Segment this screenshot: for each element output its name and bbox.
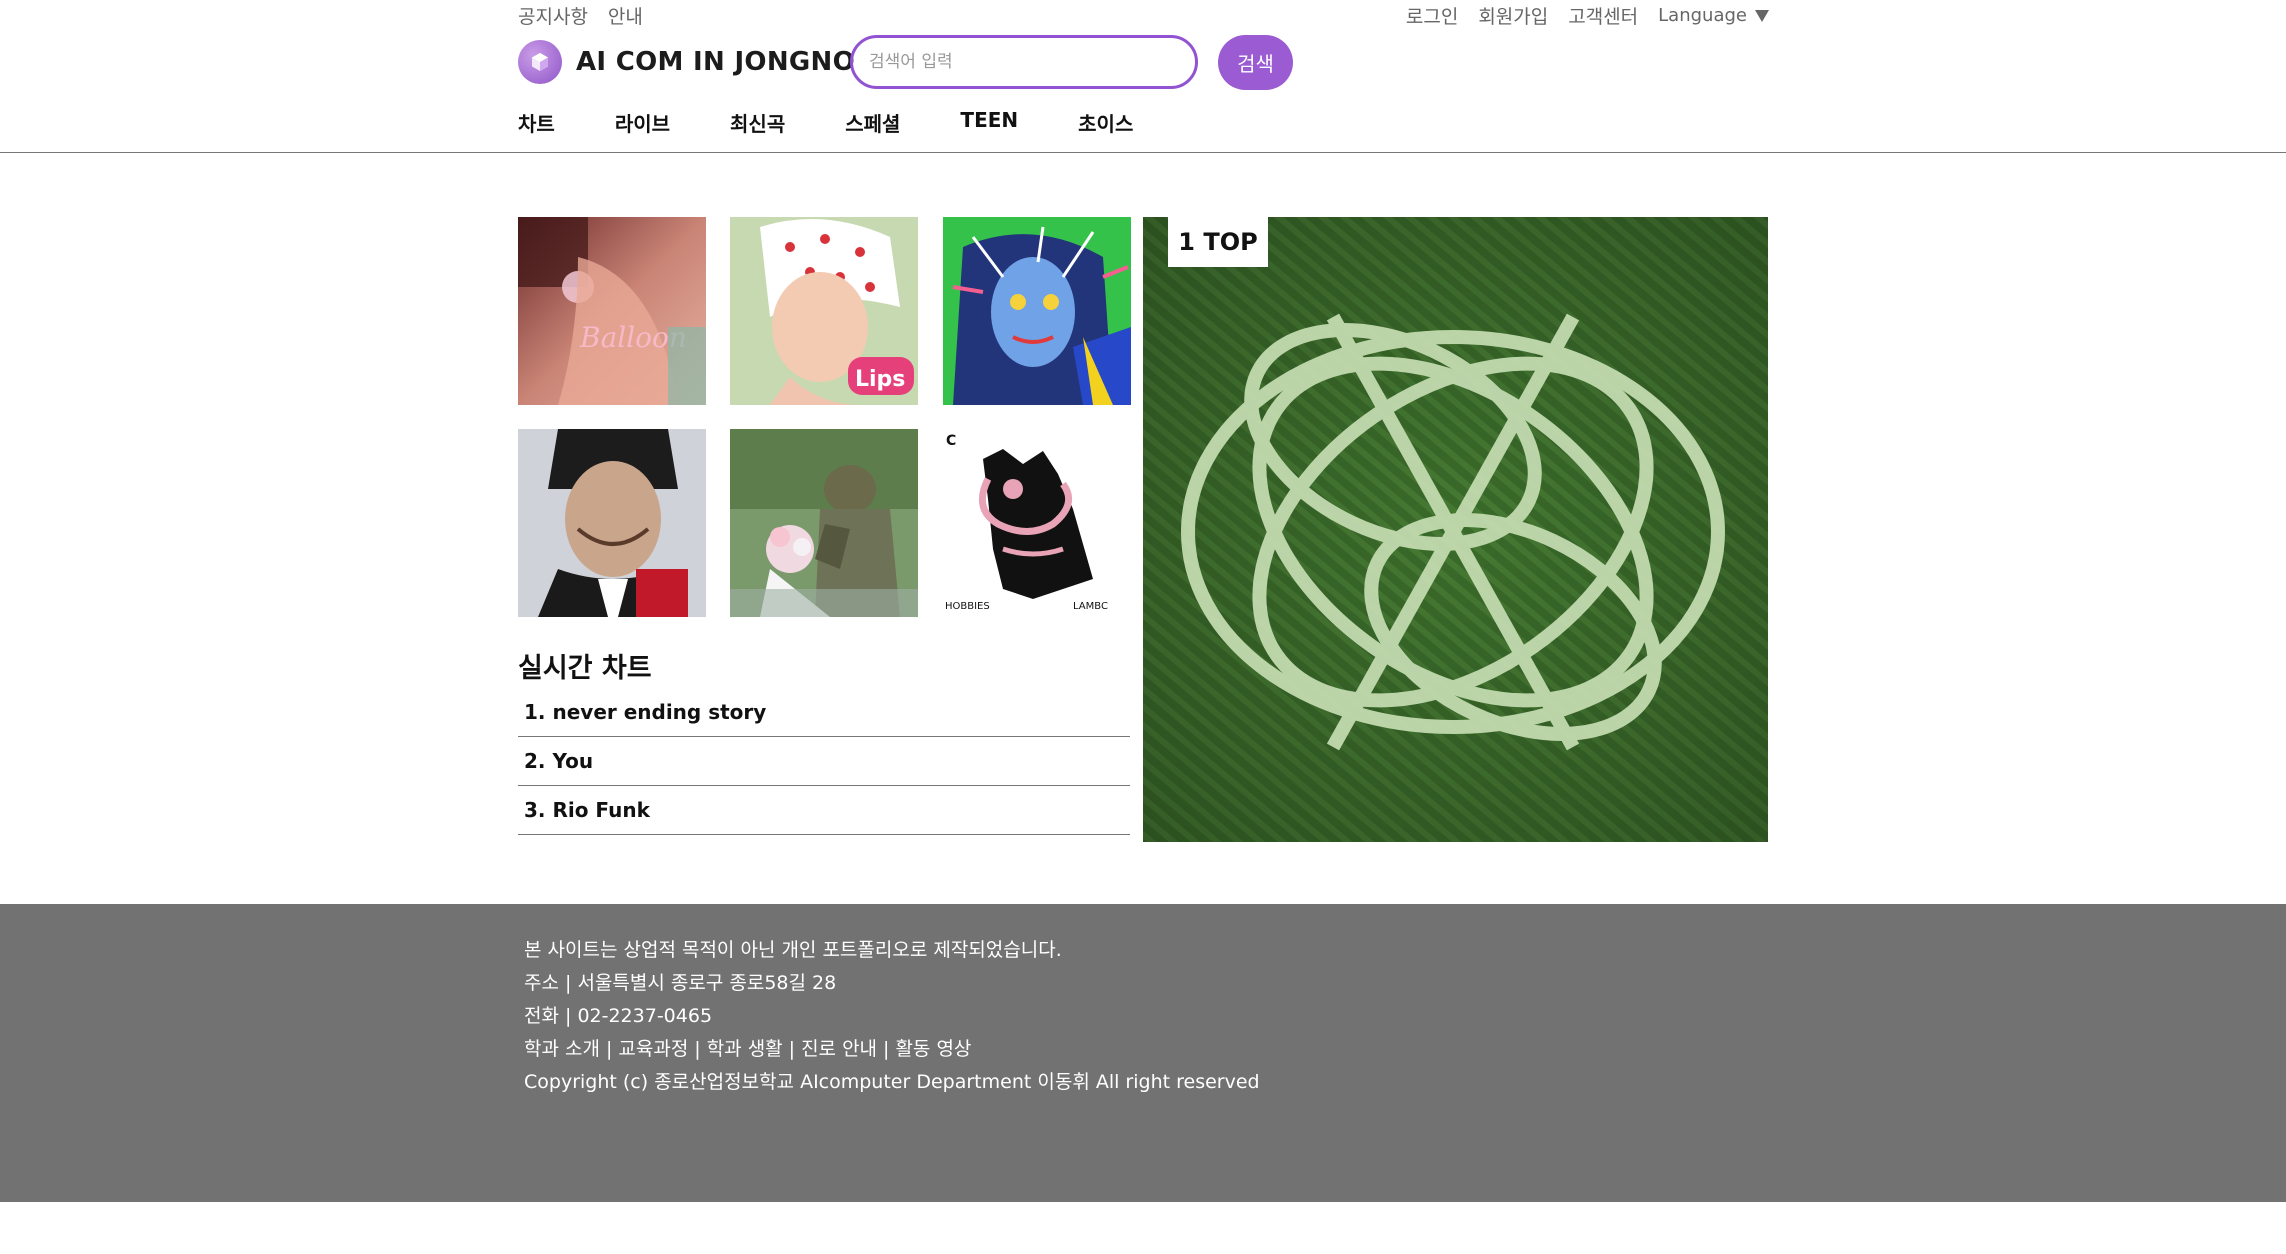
main-nav: 차트 라이브 최신곡 스페셜 TEEN 초이스 — [518, 108, 1193, 137]
cube-logo-icon — [518, 40, 562, 84]
caret-down-icon — [1755, 9, 1769, 22]
chart-row[interactable]: 1. never ending story — [518, 688, 1130, 737]
page: 공지사항 안내 로그인 회원가입 고객센터 Language AI COM IN… — [0, 0, 2286, 1254]
album-cover-6[interactable]: C HOBBIES LAMBC — [943, 429, 1131, 617]
album-cover-3[interactable] — [943, 217, 1131, 405]
utility-links-right: 로그인 회원가입 고객센터 Language — [1406, 2, 1769, 29]
realtime-chart-title: 실시간 차트 — [518, 653, 652, 684]
footer-link-curriculum[interactable]: 교육과정 — [618, 1038, 688, 1060]
top-badge: 1 TOP — [1168, 217, 1268, 267]
svg-text:C: C — [946, 433, 956, 449]
footer-link-student-life[interactable]: 학과 생활 — [707, 1038, 783, 1060]
nav-chart[interactable]: 차트 — [518, 108, 555, 137]
nav-choice[interactable]: 초이스 — [1078, 108, 1133, 137]
footer-separator: | — [788, 1038, 796, 1060]
footer-link-department[interactable]: 학과 소개 — [524, 1038, 600, 1060]
footer-address: 주소 | 서울특별시 종로구 종로58길 28 — [524, 972, 837, 994]
top-feature-image[interactable] — [1143, 217, 1768, 842]
album-cover-2[interactable]: Lips — [730, 217, 918, 405]
album-cover-1[interactable]: Balloon — [518, 217, 706, 405]
brand[interactable]: AI COM IN JONGNO — [518, 40, 855, 84]
notice-link[interactable]: 공지사항 — [518, 2, 588, 29]
footer-separator: | — [605, 1038, 613, 1060]
guide-link[interactable]: 안내 — [608, 2, 643, 29]
customer-center-link[interactable]: 고객센터 — [1568, 2, 1638, 29]
realtime-chart-list: 1. never ending story 2. You 3. Rio Funk — [518, 688, 1130, 835]
footer-link-career[interactable]: 진로 안내 — [801, 1038, 877, 1060]
utility-links-left: 공지사항 안내 — [518, 2, 643, 29]
nav-special[interactable]: 스페셜 — [845, 108, 900, 137]
album-cover-4[interactable] — [518, 429, 706, 617]
nav-teen[interactable]: TEEN — [960, 108, 1018, 137]
footer-copyright: Copyright (c) 종로산업정보학교 AIcomputer Depart… — [524, 1071, 1260, 1093]
search-button[interactable]: 검색 — [1218, 35, 1293, 90]
footer-separator: | — [883, 1038, 890, 1060]
footer-links: 학과 소개 | 교육과정 | 학과 생활 | 진로 안내 | 활동 영상 — [524, 1033, 1260, 1066]
language-label: Language — [1658, 5, 1747, 26]
footer-link-videos[interactable]: 활동 영상 — [895, 1038, 971, 1060]
album-cover-6-brand: LAMBC — [1073, 601, 1108, 612]
login-link[interactable]: 로그인 — [1406, 2, 1458, 29]
chart-row[interactable]: 2. You — [518, 737, 1130, 786]
footer-separator: | — [694, 1038, 701, 1060]
search-box — [850, 35, 1198, 89]
album-cover-5[interactable] — [730, 429, 918, 617]
footer-info: 본 사이트는 상업적 목적이 아닌 개인 포트폴리오로 제작되었습니다. 주소 … — [524, 934, 1260, 1099]
signup-link[interactable]: 회원가입 — [1478, 2, 1548, 29]
nav-latest[interactable]: 최신곡 — [730, 108, 785, 137]
footer: 본 사이트는 상업적 목적이 아닌 개인 포트폴리오로 제작되었습니다. 주소 … — [0, 904, 2286, 1202]
header-divider — [0, 152, 2286, 153]
album-cover-6-label: HOBBIES — [945, 601, 990, 612]
footer-notice: 본 사이트는 상업적 목적이 아닌 개인 포트폴리오로 제작되었습니다. — [524, 939, 1062, 961]
brand-name: AI COM IN JONGNO — [576, 47, 855, 77]
search-input[interactable] — [867, 51, 1181, 73]
nav-live[interactable]: 라이브 — [615, 108, 670, 137]
footer-phone: 전화 | 02-2237-0465 — [524, 1005, 713, 1027]
chart-row[interactable]: 3. Rio Funk — [518, 786, 1130, 835]
svg-text:Lips: Lips — [855, 367, 905, 392]
language-selector[interactable]: Language — [1658, 5, 1769, 26]
